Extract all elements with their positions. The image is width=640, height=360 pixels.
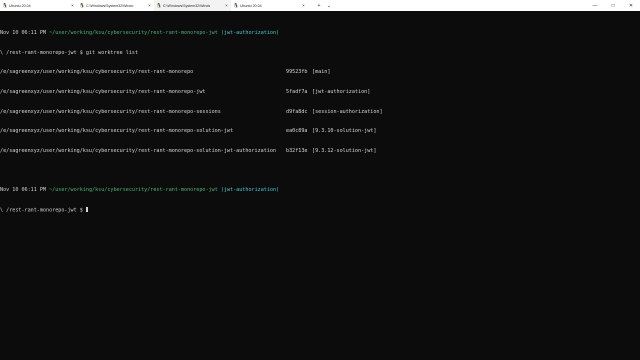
- penguin-icon: 🐧: [156, 2, 162, 8]
- prompt-time: Nov 10 06:11 PM: [0, 187, 47, 194]
- tab-title: Ubuntu 20.04: [240, 3, 262, 8]
- worktree-row: /e/sagreenxyz/user/working/ksu/cybersecu…: [0, 128, 640, 135]
- penguin-icon: 🐧: [233, 2, 239, 8]
- close-icon[interactable]: ×: [68, 3, 77, 8]
- worktree-branch: [main]: [312, 69, 331, 76]
- worktree-path: /e/sagreenxyz/user/working/ksu/cybersecu…: [0, 69, 194, 76]
- prompt-header: Nov 10 06:11 PM ~/user/working/ksu/cyber…: [0, 187, 640, 194]
- command-line[interactable]: \ /rest-rant-monorepo-jwt $: [0, 206, 640, 214]
- tab-ubuntu-2[interactable]: 🐧 Ubuntu 20.04 ×: [231, 0, 308, 11]
- tab-windows-1[interactable]: 🐧 C:\Windows\System32\Windo ×: [77, 0, 154, 11]
- prompt-branch: (jwt-authorization): [220, 187, 280, 194]
- text-cursor: [85, 206, 88, 213]
- command-text: git worktree list: [85, 49, 139, 56]
- prompt-branch: (jwt-authorization): [220, 30, 280, 37]
- worktree-hash: 5fadf7a: [286, 89, 308, 96]
- prompt-path: ~/user/working/ksu/cybersecurity/rest-ra…: [49, 187, 218, 194]
- tab-title: Ubuntu 20.04: [9, 3, 31, 8]
- close-icon[interactable]: ×: [299, 3, 308, 8]
- prompt-path: ~/user/working/ksu/cybersecurity/rest-ra…: [49, 30, 218, 37]
- prompt-header: Nov 10 06:11 PM ~/user/working/ksu/cyber…: [0, 30, 640, 37]
- worktree-hash: 99523fb: [286, 69, 308, 76]
- tab-title: C:\Windows\System32\Winds: [163, 3, 211, 8]
- prompt-shell: \ /rest-rant-monorepo-jwt $: [0, 207, 83, 214]
- worktree-row: /e/sagreenxyz/user/working/ksu/cybersecu…: [0, 89, 640, 96]
- window-controls: — □ ✕: [586, 0, 640, 11]
- tab-title: C:\Windows\System32\Windo: [86, 3, 134, 8]
- tab-bar: 🐧 Ubuntu 20.04 × 🐧 C:\Windows\System32\W…: [0, 0, 640, 11]
- tab-ubuntu-1[interactable]: 🐧 Ubuntu 20.04 ×: [0, 0, 77, 11]
- worktree-hash: d9fa8dc: [286, 108, 308, 115]
- worktree-branch: [jwt-authorization]: [312, 89, 371, 96]
- worktree-row: /e/sagreenxyz/user/working/ksu/cybersecu…: [0, 109, 640, 116]
- penguin-icon: 🐧: [2, 2, 8, 8]
- worktree-hash: b32f13e: [286, 147, 308, 154]
- terminal-output[interactable]: Nov 10 06:11 PM ~/user/working/ksu/cyber…: [0, 17, 640, 360]
- worktree-path: /e/sagreenxyz/user/working/ksu/cybersecu…: [0, 108, 221, 115]
- tab-windows-2-active[interactable]: 🐧 C:\Windows\System32\Winds ×: [154, 0, 231, 11]
- worktree-branch: [9.3.12-solution-jwt]: [312, 147, 377, 154]
- worktree-path: /e/sagreenxyz/user/working/ksu/cybersecu…: [0, 147, 277, 154]
- chevron-down-icon[interactable]: ⌄: [324, 3, 334, 9]
- prompt-shell: \ /rest-rant-monorepo-jwt $: [0, 49, 83, 56]
- prompt-time: Nov 10 06:11 PM: [0, 30, 47, 37]
- worktree-row: /e/sagreenxyz/user/working/ksu/cybersecu…: [0, 69, 640, 76]
- close-icon[interactable]: ×: [145, 3, 154, 8]
- maximize-button[interactable]: □: [604, 3, 622, 9]
- worktree-path: /e/sagreenxyz/user/working/ksu/cybersecu…: [0, 128, 234, 135]
- close-icon[interactable]: ×: [222, 3, 231, 8]
- worktree-row: /e/sagreenxyz/user/working/ksu/cybersecu…: [0, 148, 640, 155]
- command-line: \ /rest-rant-monorepo-jwt $ git worktree…: [0, 50, 640, 57]
- new-tab-button[interactable]: +: [314, 3, 324, 9]
- worktree-hash: ea0c89a: [286, 128, 308, 135]
- close-window-button[interactable]: ✕: [622, 3, 640, 9]
- tab-actions: + ⌄: [314, 0, 334, 11]
- worktree-branch: [session-authorization]: [312, 108, 383, 115]
- penguin-icon: 🐧: [79, 2, 85, 8]
- worktree-branch: [9.3.10-solution-jwt]: [312, 128, 377, 135]
- minimize-button[interactable]: —: [586, 3, 604, 9]
- worktree-path: /e/sagreenxyz/user/working/ksu/cybersecu…: [0, 89, 206, 96]
